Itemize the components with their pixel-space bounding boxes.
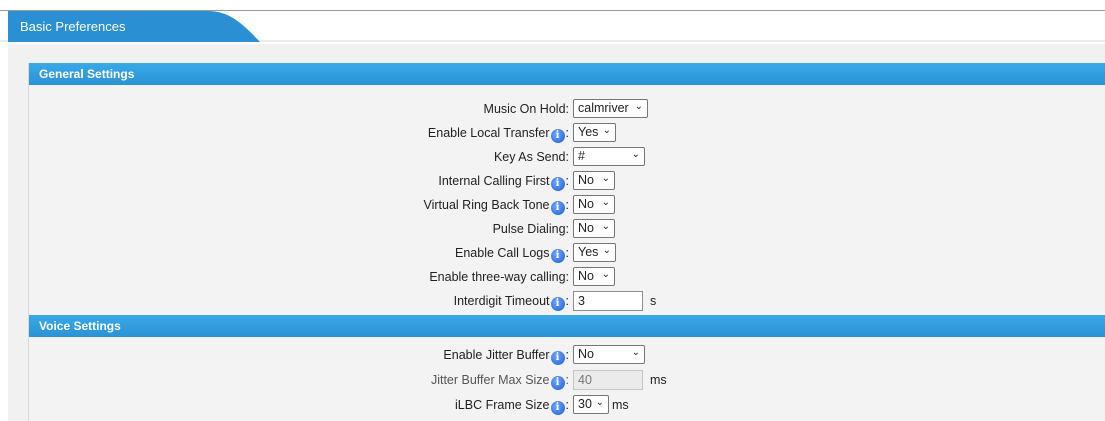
chevron-down-icon: ⌄ bbox=[634, 101, 643, 112]
chevron-down-icon: ⌄ bbox=[595, 397, 604, 408]
key-as-send-label: Key As Send: bbox=[493, 150, 569, 164]
chevron-down-icon: ⌄ bbox=[601, 197, 610, 208]
virtual-ring-back-tone-label: Virtual Ring Back Tone i: bbox=[423, 198, 569, 215]
jitter-buffer-max-size-input[interactable]: 40 bbox=[573, 370, 643, 390]
pulse-dialing-value: No bbox=[578, 221, 594, 235]
info-icon[interactable]: i bbox=[550, 249, 565, 263]
chevron-down-icon: ⌄ bbox=[631, 347, 640, 358]
ilbc-frame-size-value: 30 bbox=[578, 397, 592, 411]
section-header-general: General Settings bbox=[29, 63, 1105, 85]
pulse-dialing-label: Pulse Dialing: bbox=[492, 222, 569, 236]
chevron-down-icon: ⌄ bbox=[601, 221, 610, 232]
interdigit-timeout-unit: s bbox=[650, 294, 657, 308]
chevron-down-icon: ⌄ bbox=[631, 149, 640, 160]
section-header-voice: Voice Settings bbox=[29, 315, 1105, 337]
row-interdigit-timeout: Interdigit Timeout i: 3 s bbox=[29, 289, 1105, 313]
ilbc-frame-size-unit: ms bbox=[612, 398, 629, 412]
enable-call-logs-value: Yes bbox=[578, 245, 599, 259]
row-virtual-ring-back-tone: Virtual Ring Back Tone i: No ⌄ bbox=[29, 193, 1105, 217]
jitter-buffer-max-size-unit: ms bbox=[650, 373, 667, 387]
row-jitter-buffer-max-size: Jitter Buffer Max Size i: 40 ms bbox=[29, 368, 1105, 392]
internal-calling-first-select[interactable]: No ⌄ bbox=[573, 171, 615, 190]
enable-local-transfer-label: Enable Local Transfer i: bbox=[427, 126, 569, 143]
interdigit-timeout-input[interactable]: 3 bbox=[573, 291, 643, 311]
pulse-dialing-select[interactable]: No ⌄ bbox=[573, 219, 615, 238]
virtual-ring-back-tone-value: No bbox=[578, 197, 594, 211]
tab-label: Basic Preferences bbox=[20, 19, 126, 34]
row-enable-local-transfer: Enable Local Transfer i: Yes ⌄ bbox=[29, 121, 1105, 145]
row-pulse-dialing: Pulse Dialing: No ⌄ bbox=[29, 217, 1105, 241]
ilbc-frame-size-select[interactable]: 30 ⌄ bbox=[573, 395, 609, 414]
info-icon[interactable]: i bbox=[550, 129, 565, 143]
chevron-down-icon: ⌄ bbox=[602, 245, 611, 256]
row-key-as-send: Key As Send: # ⌄ bbox=[29, 145, 1105, 169]
enable-three-way-calling-value: No bbox=[578, 269, 594, 283]
row-ilbc-frame-size: iLBC Frame Size i: 30 ⌄ ms bbox=[29, 393, 1105, 417]
internal-calling-first-label: Internal Calling First i: bbox=[438, 174, 569, 191]
music-on-hold-value: calmriver bbox=[578, 101, 629, 115]
enable-local-transfer-value: Yes bbox=[578, 125, 599, 139]
info-icon[interactable]: i bbox=[550, 401, 565, 415]
chevron-down-icon: ⌄ bbox=[601, 173, 610, 184]
row-internal-calling-first: Internal Calling First i: No ⌄ bbox=[29, 169, 1105, 193]
ilbc-frame-size-label: iLBC Frame Size i: bbox=[455, 398, 569, 415]
enable-local-transfer-select[interactable]: Yes ⌄ bbox=[573, 123, 616, 142]
row-enable-jitter-buffer: Enable Jitter Buffer i: No ⌄ bbox=[29, 343, 1105, 367]
key-as-send-select[interactable]: # ⌄ bbox=[573, 147, 645, 166]
enable-call-logs-label: Enable Call Logs i: bbox=[455, 246, 569, 263]
row-enable-call-logs: Enable Call Logs i: Yes ⌄ bbox=[29, 241, 1105, 265]
enable-call-logs-select[interactable]: Yes ⌄ bbox=[573, 243, 616, 262]
chevron-down-icon: ⌄ bbox=[601, 269, 610, 280]
enable-jitter-buffer-select[interactable]: No ⌄ bbox=[573, 345, 645, 364]
enable-jitter-buffer-value: No bbox=[578, 347, 594, 361]
chevron-down-icon: ⌄ bbox=[602, 125, 611, 136]
row-music-on-hold: Music On Hold: calmriver ⌄ bbox=[29, 97, 1105, 121]
music-on-hold-label: Music On Hold: bbox=[483, 102, 569, 116]
info-icon[interactable]: i bbox=[550, 297, 565, 311]
tab-basic-preferences[interactable]: Basic Preferences bbox=[8, 11, 264, 42]
jitter-buffer-max-size-label: Jitter Buffer Max Size i: bbox=[430, 373, 569, 390]
key-as-send-value: # bbox=[578, 149, 585, 163]
enable-three-way-calling-select[interactable]: No ⌄ bbox=[573, 267, 615, 286]
enable-three-way-calling-label: Enable three-way calling: bbox=[429, 270, 569, 284]
interdigit-timeout-label: Interdigit Timeout i: bbox=[453, 294, 569, 311]
row-enable-three-way-calling: Enable three-way calling: No ⌄ bbox=[29, 265, 1105, 289]
enable-jitter-buffer-label: Enable Jitter Buffer i: bbox=[443, 348, 569, 365]
info-icon[interactable]: i bbox=[550, 351, 565, 365]
info-icon[interactable]: i bbox=[550, 177, 565, 191]
music-on-hold-select[interactable]: calmriver ⌄ bbox=[573, 99, 648, 118]
internal-calling-first-value: No bbox=[578, 173, 594, 187]
settings-panel: General Settings Music On Hold: calmrive… bbox=[28, 63, 1105, 421]
info-icon[interactable]: i bbox=[550, 201, 565, 215]
virtual-ring-back-tone-select[interactable]: No ⌄ bbox=[573, 195, 615, 214]
info-icon[interactable]: i bbox=[550, 376, 565, 390]
